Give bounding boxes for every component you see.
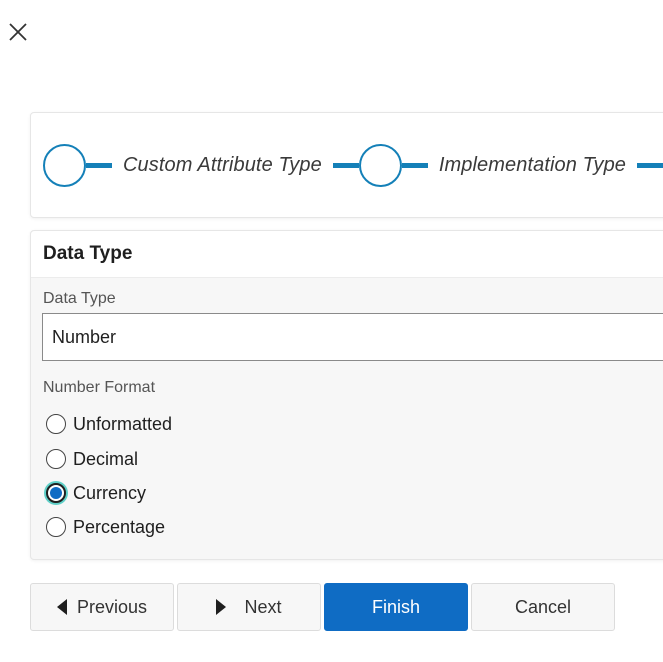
radio-button[interactable] <box>46 414 66 434</box>
data-type-panel: Data Type Data Type Number Number Format… <box>30 230 663 560</box>
step-label: Implementation Type <box>438 153 627 176</box>
next-label: Next <box>244 596 282 617</box>
caret-right-icon <box>216 599 227 615</box>
step-label: Custom Attribute Type <box>123 153 322 176</box>
wizard-stepper-card: Custom Attribute Type Implementation Typ… <box>30 112 663 218</box>
wizard-stepper: Custom Attribute Type Implementation Typ… <box>43 141 663 189</box>
cancel-label: Cancel <box>514 596 572 617</box>
next-button[interactable]: Next <box>177 583 321 631</box>
number-format-label: Number Format <box>43 379 156 396</box>
finish-button[interactable]: Finish <box>324 583 468 631</box>
step-circle <box>358 143 402 187</box>
radio-label: Decimal <box>73 448 139 469</box>
step-connector <box>637 162 663 168</box>
close-button[interactable] <box>6 20 30 44</box>
step-connector <box>332 162 359 168</box>
step-circle <box>43 143 86 187</box>
radio-label: Percentage <box>73 516 166 537</box>
radio-percentage[interactable]: Percentage <box>46 515 165 539</box>
finish-label: Finish <box>371 596 420 617</box>
radio-decimal[interactable]: Decimal <box>46 447 138 471</box>
wizard-page: Custom Attribute Type Implementation Typ… <box>0 0 663 662</box>
radio-button[interactable] <box>46 517 66 537</box>
data-type-label: Data Type <box>43 290 116 307</box>
caret-left-icon <box>56 599 67 615</box>
close-icon <box>9 23 27 41</box>
radio-button[interactable] <box>46 449 66 469</box>
panel-title: Data Type <box>43 243 133 264</box>
step-connector <box>86 162 112 168</box>
data-type-select[interactable]: Number <box>42 313 663 361</box>
step-connector <box>401 162 428 168</box>
previous-button[interactable]: Previous <box>30 583 174 631</box>
radio-label: Unformatted <box>73 413 173 434</box>
radio-currency[interactable]: Currency <box>46 481 146 505</box>
cancel-button[interactable]: Cancel <box>471 583 615 631</box>
step-implementation-type[interactable]: Implementation Type <box>358 143 637 187</box>
step-custom-attribute-type[interactable]: Custom Attribute Type <box>43 143 333 187</box>
radio-unformatted[interactable]: Unformatted <box>46 412 172 436</box>
radio-label: Currency <box>73 482 147 503</box>
radio-button-selected[interactable] <box>46 483 66 503</box>
previous-label: Previous <box>76 596 148 617</box>
